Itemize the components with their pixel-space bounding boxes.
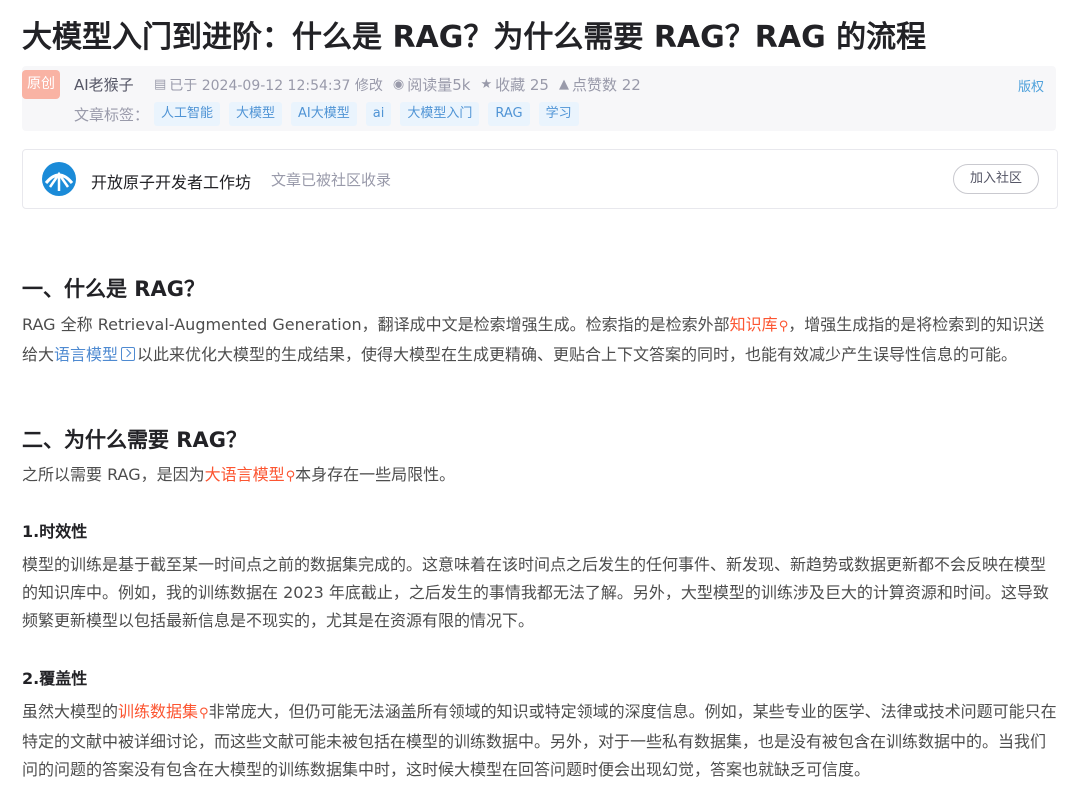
edit-date-text: 已于 2024-09-12 12:54:37 修改 [169, 77, 383, 94]
paragraph-text: RAG 全称 Retrieval-Augmented Generation，翻译… [22, 315, 730, 334]
edit-icon: ▤ [154, 77, 167, 92]
favorite-count[interactable]: ★ 收藏 25 [480, 74, 549, 95]
view-count: ◉ 阅读量5k [393, 74, 471, 95]
author-name[interactable]: AI老猴子 [74, 74, 134, 95]
keyword-link[interactable]: 知识库 [730, 315, 778, 334]
paragraph: RAG 全称 Retrieval-Augmented Generation，翻译… [22, 311, 1058, 369]
join-community-button[interactable]: 加入社区 [953, 164, 1039, 194]
external-link-icon[interactable] [121, 347, 136, 361]
article-stats: ▤ 已于 2024-09-12 12:54:37 修改 ◉ 阅读量5k ★ 收藏… [154, 74, 651, 95]
section-heading: 二、为什么需要 RAG？ [22, 428, 247, 452]
tag-item[interactable]: AI大模型 [291, 102, 357, 126]
tag-item[interactable]: RAG [488, 102, 530, 126]
community-name[interactable]: 开放原子开发者工作坊 [91, 169, 251, 193]
tag-list: 人工智能 大模型 AI大模型 ai 大模型入门 RAG 学习 [154, 102, 579, 126]
keyword-link[interactable]: 语言模型 [54, 345, 118, 364]
tag-item[interactable]: 学习 [538, 102, 579, 126]
subsection-heading: 2.覆盖性 [22, 669, 88, 688]
tag-item[interactable]: 人工智能 [154, 102, 221, 126]
search-icon[interactable]: ⚲ [779, 313, 789, 341]
tag-item[interactable]: 大模型 [229, 102, 283, 126]
copyright-link[interactable]: 版权 [1018, 76, 1044, 95]
favorite-count-text: 收藏 25 [495, 76, 549, 94]
paragraph: 虽然大模型的训练数据集⚲非常庞大，但仍可能无法涵盖所有领域的知识或特定领域的深度… [22, 698, 1058, 784]
paragraph: 之所以需要 RAG，是因为大语言模型⚲本身存在一些局限性。 [22, 461, 1058, 491]
paragraph-text: 之所以需要 RAG，是因为 [22, 465, 205, 484]
article-title: 大模型入门到进阶：什么是 RAG？为什么需要 RAG？RAG 的流程 [22, 20, 927, 55]
like-count-text: 点赞数 22 [571, 76, 641, 94]
like-count[interactable]: ▲ 点赞数 22 [559, 74, 641, 95]
tags-label: 文章标签： [74, 106, 150, 124]
paragraph-text: 以此来优化大模型的生成结果，使得大模型在生成更精确、更贴合上下文答案的同时，也能… [137, 345, 1018, 364]
search-icon[interactable]: ⚲ [286, 463, 296, 491]
search-icon[interactable]: ⚲ [199, 700, 209, 728]
subsection-heading: 1.时效性 [22, 522, 88, 541]
view-count-text: 阅读量5k [407, 76, 471, 94]
community-logo-icon [42, 162, 76, 196]
original-badge: 原创 [22, 70, 60, 99]
keyword-link[interactable]: 训练数据集 [118, 702, 198, 721]
community-card: 开放原子开发者工作坊 文章已被社区收录 加入社区 [22, 149, 1058, 209]
paragraph: 模型的训练是基于截至某一时间点之前的数据集完成的。这意味着在该时间点之后发生的任… [22, 555, 1049, 630]
section-heading: 一、什么是 RAG？ [22, 277, 205, 301]
paragraph-text: 虽然大模型的 [22, 702, 119, 721]
tag-item[interactable]: ai [365, 102, 392, 126]
keyword-link[interactable]: 大语言模型 [205, 465, 285, 484]
tag-item[interactable]: 大模型入门 [400, 102, 480, 126]
eye-icon: ◉ [392, 77, 405, 92]
paragraph-text: 本身存在一些局限性。 [295, 465, 456, 484]
article-meta-bar: 原创 AI老猴子 ▤ 已于 2024-09-12 12:54:37 修改 ◉ 阅… [22, 66, 1056, 131]
community-note: 文章已被社区收录 [271, 171, 392, 189]
thumb-up-icon: ▲ [558, 77, 569, 92]
star-icon: ★ [480, 77, 493, 92]
edit-date: ▤ 已于 2024-09-12 12:54:37 修改 [154, 75, 383, 95]
